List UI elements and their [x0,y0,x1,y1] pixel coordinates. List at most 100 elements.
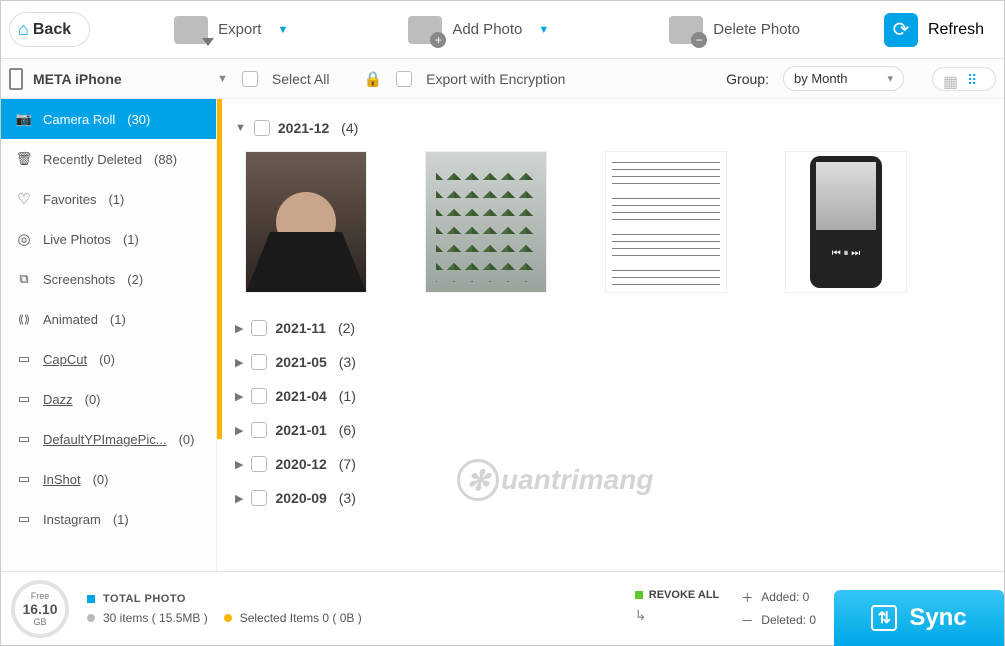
total-items-text: 30 items ( 15.5MB ) [103,611,208,625]
album-icon [15,390,33,408]
sidebar-item-label: Favorites [43,192,96,207]
trash-icon [15,150,33,168]
group-checkbox[interactable] [251,456,267,472]
storage-indicator: Free 16.10 GB [11,580,69,638]
export-icon [174,16,208,44]
select-all-label: Select All [272,71,330,87]
sidebar-item-dazz[interactable]: Dazz (0) [1,379,216,419]
group-checkbox[interactable] [254,120,270,136]
export-button[interactable]: Export ▼ [174,16,288,44]
scroll-indicator [217,99,222,439]
delete-photo-icon [669,16,703,44]
chevron-down-icon: ▼ [235,122,246,134]
sidebar-item-count: (0) [93,472,109,487]
phone-icon [9,68,23,90]
sidebar-item-count: (88) [154,152,177,167]
sidebar-item-count: (0) [179,432,195,447]
dot-icon [87,595,95,603]
encryption-label: Export with Encryption [426,71,565,87]
sidebar-item-inshot[interactable]: InShot (0) [1,459,216,499]
sidebar-item-animated[interactable]: Animated (1) [1,299,216,339]
sync-button[interactable]: ⇅ Sync [834,590,1004,646]
group-count: (3) [335,354,356,370]
photo-thumbnail[interactable]: ⏮ ⏸ ⏭ [785,151,907,293]
group-count: (1) [335,388,356,404]
sidebar-item-recently-deleted[interactable]: Recently Deleted (88) [1,139,216,179]
refresh-button[interactable]: ⟳ Refresh [884,13,984,47]
total-photo-block: TOTAL PHOTO 30 items ( 15.5MB ) Selected… [87,593,362,625]
sidebar-item-label: CapCut [43,352,87,367]
group-header[interactable]: ▼ 2021-12 (4) [231,111,990,145]
group-label: 2020-09 [275,490,326,506]
sidebar-item-count: (1) [123,232,139,247]
sidebar-item-count: (1) [110,312,126,327]
device-name: META iPhone [33,71,122,87]
group-label: 2021-05 [275,354,326,370]
add-photo-button[interactable]: Add Photo ▼ [408,16,549,44]
top-toolbar: ⌂ Back Export ▼ Add Photo ▼ Delete Photo… [1,1,1004,59]
dot-icon [635,591,643,599]
chevron-down-icon[interactable]: ▼ [538,24,549,36]
group-checkbox[interactable] [251,422,267,438]
group-checkbox[interactable] [251,388,267,404]
added-label: Added: 0 [761,590,809,604]
content-area[interactable]: ▼ 2021-12 (4)⏮ ⏸ ⏭▶ 2021-11 (2)▶ 2021-05… [217,99,1004,571]
delete-photo-label: Delete Photo [713,21,800,38]
group-select[interactable]: by Month ▾ [783,66,904,91]
sidebar-item-favorites[interactable]: Favorites (1) [1,179,216,219]
sidebar-item-label: Animated [43,312,98,327]
sidebar-item-count: (0) [99,352,115,367]
sidebar-item-count: (2) [127,272,143,287]
group-checkbox[interactable] [251,490,267,506]
group-header[interactable]: ▶ 2021-01 (6) [231,413,990,447]
group-label: 2020-12 [275,456,326,472]
revoke-block: REVOKE ALL ＋Added: 0 －Deleted: 0 [635,589,816,629]
heart-icon [15,190,33,208]
photo-thumbnail[interactable] [425,151,547,293]
group-count: (4) [337,120,358,136]
revoke-all-button[interactable]: REVOKE ALL [649,589,720,601]
sidebar[interactable]: Camera Roll (30) Recently Deleted (88) F… [1,99,217,571]
sidebar-item-instagram[interactable]: Instagram (1) [1,499,216,539]
sidebar-item-camera-roll[interactable]: Camera Roll (30) [1,99,216,139]
back-button[interactable]: ⌂ Back [9,12,90,47]
sidebar-item-live-photos[interactable]: Live Photos (1) [1,219,216,259]
group-header[interactable]: ▶ 2021-11 (2) [231,311,990,345]
photo-thumbnail[interactable] [245,151,367,293]
delete-photo-button[interactable]: Delete Photo [669,16,800,44]
sidebar-item-screenshots[interactable]: Screenshots (2) [1,259,216,299]
chevron-down-icon[interactable]: ▼ [217,73,228,85]
group-header[interactable]: ▶ 2021-04 (1) [231,379,990,413]
chevron-right-icon: ▶ [235,322,243,335]
sidebar-item-count: (1) [108,192,124,207]
filter-inner: ▼ Select All 🔒 Export with Encryption Gr… [217,66,996,91]
sidebar-item-capcut[interactable]: CapCut (0) [1,339,216,379]
sidebar-item-defaultypimagepic-[interactable]: DefaultYPImagePic... (0) [1,419,216,459]
chevron-down-icon[interactable]: ▼ [277,24,288,36]
refresh-label: Refresh [928,21,984,39]
sidebar-item-count: (30) [127,112,150,127]
group-header[interactable]: ▶ 2020-12 (7) [231,447,990,481]
album-icon [15,510,33,528]
select-all-checkbox[interactable] [242,71,258,87]
selected-items-text: Selected Items 0 ( 0B ) [240,611,362,625]
group-header[interactable]: ▶ 2021-05 (3) [231,345,990,379]
view-large-button[interactable]: ▦ [943,72,961,86]
chevron-down-icon: ▾ [887,72,893,85]
chevron-right-icon: ▶ [235,458,243,471]
group-header[interactable]: ▶ 2020-09 (3) [231,481,990,515]
view-small-button[interactable]: ⠿ [967,72,985,86]
group-checkbox[interactable] [251,320,267,336]
storage-free-label: Free [31,591,50,601]
encryption-checkbox[interactable] [396,71,412,87]
group-checkbox[interactable] [251,354,267,370]
export-label: Export [218,21,261,38]
dot-icon [87,614,95,622]
photo-thumbnail[interactable] [605,151,727,293]
sidebar-item-label: Dazz [43,392,73,407]
sidebar-item-label: Live Photos [43,232,111,247]
group-label: Group: [726,71,769,87]
add-photo-label: Add Photo [452,21,522,38]
sidebar-item-label: Camera Roll [43,112,115,127]
dot-icon [224,614,232,622]
